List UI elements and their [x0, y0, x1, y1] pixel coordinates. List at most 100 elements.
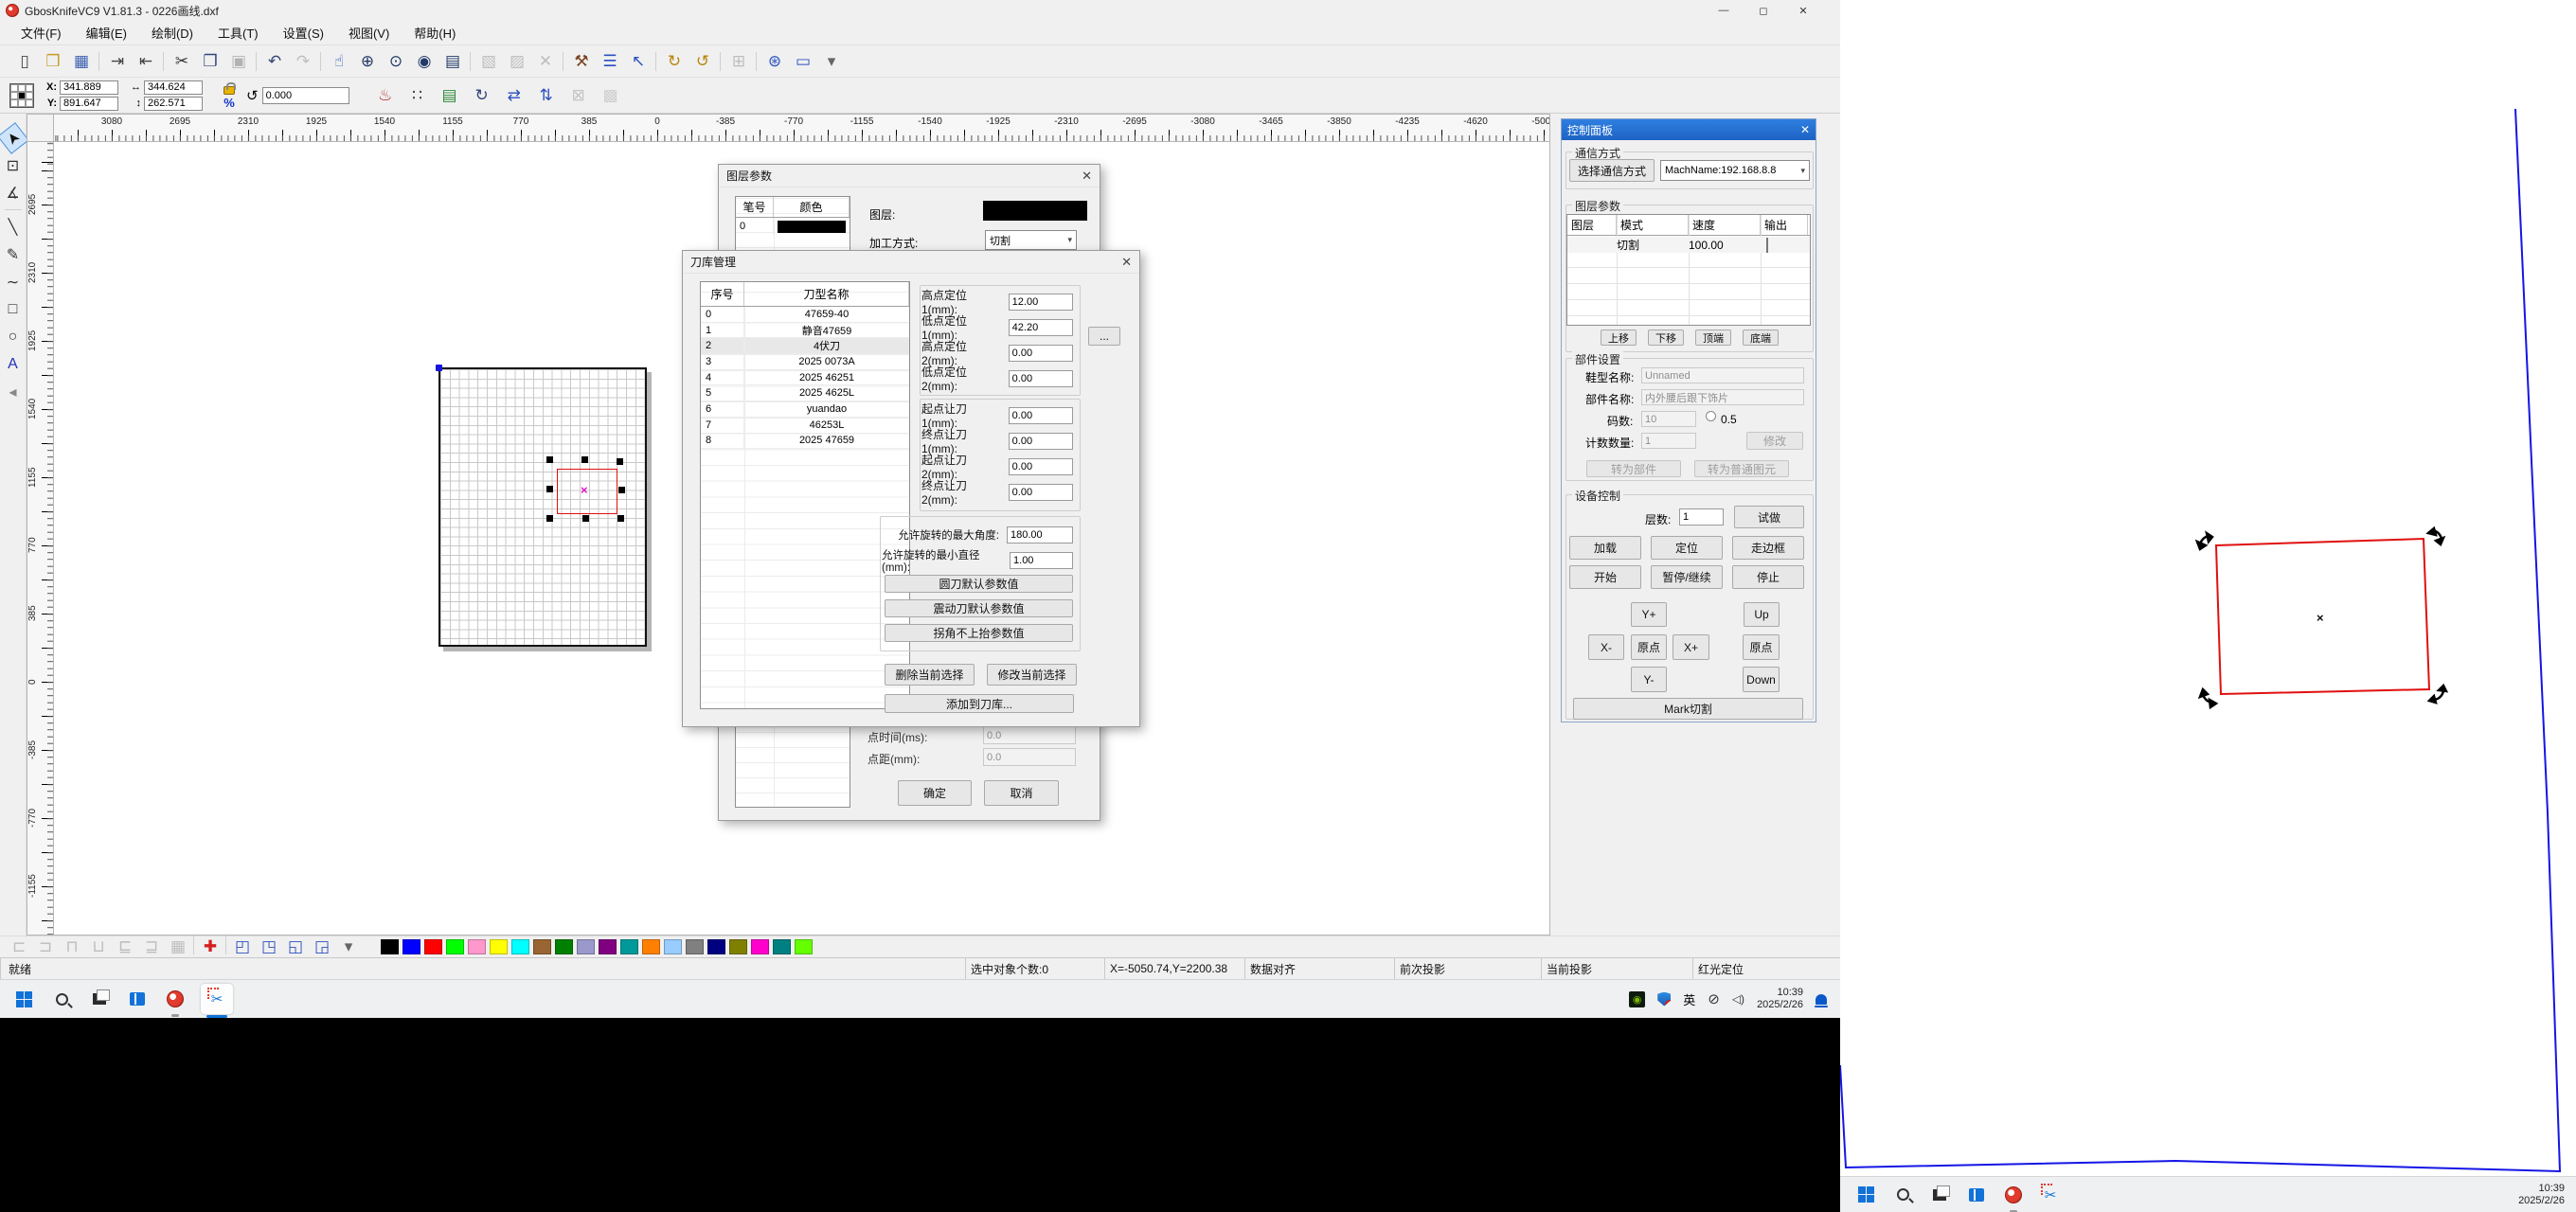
frame-button[interactable]: 走边框: [1732, 536, 1804, 560]
field-input[interactable]: 42.20: [1009, 319, 1073, 336]
line-tool-icon[interactable]: ╲: [2, 216, 25, 239]
start-point-cw-icon[interactable]: ↻: [663, 50, 686, 73]
order-button[interactable]: 下移: [1648, 330, 1684, 346]
task-view-button[interactable]: [1927, 1183, 1952, 1207]
status-prev-projection[interactable]: 前次投影: [1394, 958, 1541, 979]
align-bottom-icon[interactable]: ⊔: [87, 936, 110, 958]
title-bar[interactable]: GbosKnifeVC9 V1.81.3 - 0226画线.dxf — ◻ ✕: [0, 0, 1840, 21]
palette-magenta[interactable]: [751, 939, 769, 954]
origin-button[interactable]: 原点: [1631, 634, 1667, 660]
y-position-field[interactable]: 891.647: [60, 97, 118, 111]
field-input[interactable]: 0.00: [1009, 484, 1073, 501]
palette-teal[interactable]: [773, 939, 791, 954]
half-size-radio[interactable]: [1706, 411, 1716, 421]
jog-y-plus-button[interactable]: Y+: [1631, 602, 1667, 627]
field-input[interactable]: 0.00: [1009, 370, 1073, 387]
array-copy-icon[interactable]: ∷: [406, 84, 429, 107]
cut-icon[interactable]: ✂: [170, 50, 193, 73]
cancel-button[interactable]: 取消: [984, 780, 1059, 806]
status-red-light[interactable]: 红光定位: [1692, 958, 1840, 979]
locate-button[interactable]: 定位: [1651, 536, 1723, 560]
ellipse-tool-icon[interactable]: ○: [2, 326, 25, 348]
panels-app-button[interactable]: [125, 987, 150, 1011]
separator[interactable]: [756, 52, 758, 71]
delete-selected-button[interactable]: 删除当前选择: [885, 664, 975, 686]
group-icon[interactable]: ▧: [477, 50, 500, 73]
modify-count-button[interactable]: 修改: [1746, 432, 1803, 450]
separator[interactable]: [655, 52, 657, 71]
layout-bottomright-icon[interactable]: ◲: [311, 936, 333, 958]
menu-item[interactable]: 绘制(D): [152, 24, 193, 42]
palette-orange[interactable]: [642, 939, 660, 954]
close-icon[interactable]: ✕: [1121, 255, 1132, 270]
nvidia-tray-icon[interactable]: ◉: [1629, 991, 1645, 1007]
start-button[interactable]: [11, 987, 36, 1011]
align-left-icon[interactable]: ⊏: [8, 936, 30, 958]
palette-navy[interactable]: [707, 939, 725, 954]
network-icon[interactable]: ⊘: [1708, 990, 1720, 1007]
palette-blue[interactable]: [402, 939, 420, 954]
tool-row[interactable]: 1 静音47659: [701, 323, 909, 339]
dialog-title-bar[interactable]: 图层参数 ✕: [719, 165, 1100, 187]
process-combo[interactable]: 切割 ▾: [985, 230, 1077, 250]
z-origin-button[interactable]: 原点: [1743, 634, 1780, 660]
stamp-icon[interactable]: ♨: [374, 84, 397, 107]
notification-bell-icon[interactable]: [1816, 994, 1827, 1005]
separator[interactable]: [5, 209, 22, 211]
add-to-library-button[interactable]: 添加到刀库...: [885, 694, 1074, 713]
pan-hand-icon[interactable]: ☝: [328, 50, 350, 73]
field-input[interactable]: 0.00: [1009, 433, 1073, 450]
separator[interactable]: [720, 52, 722, 71]
redo-icon[interactable]: ↷: [292, 50, 314, 73]
layer-sheets-icon[interactable]: ▤: [438, 84, 461, 107]
selection-handle-n[interactable]: [581, 456, 588, 463]
node-edit-tool-icon[interactable]: ∼: [2, 271, 25, 294]
mark-point-icon[interactable]: ✚: [199, 936, 222, 958]
menu-item[interactable]: 帮助(H): [414, 24, 456, 42]
status-data-align[interactable]: 数据对齐: [1244, 958, 1394, 979]
palette-dark-cyan[interactable]: [620, 939, 638, 954]
tool-row[interactable]: 5 2025 4625L: [701, 385, 909, 401]
collapse-icon[interactable]: ◂: [2, 381, 25, 403]
status-cur-projection[interactable]: 当前投影: [1541, 958, 1692, 979]
align-grid-icon[interactable]: ▦: [167, 936, 189, 958]
search-button[interactable]: [1890, 1183, 1915, 1207]
start-button[interactable]: [1853, 1183, 1878, 1207]
selection-handle-se[interactable]: [617, 515, 624, 522]
palette-pink[interactable]: [468, 939, 486, 954]
palette-chartreuse[interactable]: [795, 939, 813, 954]
jog-x-plus-button[interactable]: X+: [1673, 634, 1709, 660]
ime-indicator[interactable]: 英: [1683, 990, 1695, 1008]
zoom-page-icon[interactable]: ▤: [441, 50, 464, 73]
palette-purple[interactable]: [599, 939, 617, 954]
paste-icon[interactable]: ▣: [227, 50, 250, 73]
defender-tray-icon[interactable]: ✕: [1657, 992, 1671, 1007]
volume-icon[interactable]: ◁): [1732, 992, 1744, 1006]
tool-row[interactable]: 0 47659-40: [701, 307, 909, 323]
field-input[interactable]: 0.00: [1009, 458, 1073, 475]
knife-tool-icon[interactable]: ✎: [2, 243, 25, 266]
clock[interactable]: 10:39 2025/2/26: [1757, 987, 1803, 1011]
selection-handle-nw[interactable]: [546, 456, 553, 463]
toolbar-overflow-icon[interactable]: ▾: [820, 50, 843, 73]
menu-item[interactable]: 工具(T): [218, 24, 259, 42]
palette-dark-green[interactable]: [555, 939, 573, 954]
palette-overflow-icon[interactable]: ▾: [337, 936, 360, 958]
tool-row[interactable]: 7 46253L: [701, 418, 909, 434]
rotate-object-icon[interactable]: ↻: [471, 84, 493, 107]
field-input[interactable]: 180.00: [1007, 526, 1073, 544]
layer-output-checkbox[interactable]: [1766, 238, 1768, 253]
order-button[interactable]: 上移: [1601, 330, 1637, 346]
tool-setup-icon[interactable]: ⚒: [570, 50, 593, 73]
palette-light-purple[interactable]: [577, 939, 595, 954]
tool-table[interactable]: 序号 刀型名称 0 47659-40 1 静音47659 2 4伏刀: [700, 281, 910, 709]
palette-gray[interactable]: [686, 939, 704, 954]
tool-row[interactable]: 3 2025 0073A: [701, 354, 909, 370]
tool-row[interactable]: 8 2025 47659: [701, 434, 909, 450]
align-top-icon[interactable]: ⊓: [61, 936, 83, 958]
rotation-field[interactable]: 0.000: [262, 87, 349, 104]
monitor-view-icon[interactable]: ▭: [792, 50, 814, 73]
order-button[interactable]: 顶端: [1695, 330, 1731, 346]
start-point-ccw-icon[interactable]: ↺: [691, 50, 714, 73]
palette-light-blue[interactable]: [664, 939, 682, 954]
